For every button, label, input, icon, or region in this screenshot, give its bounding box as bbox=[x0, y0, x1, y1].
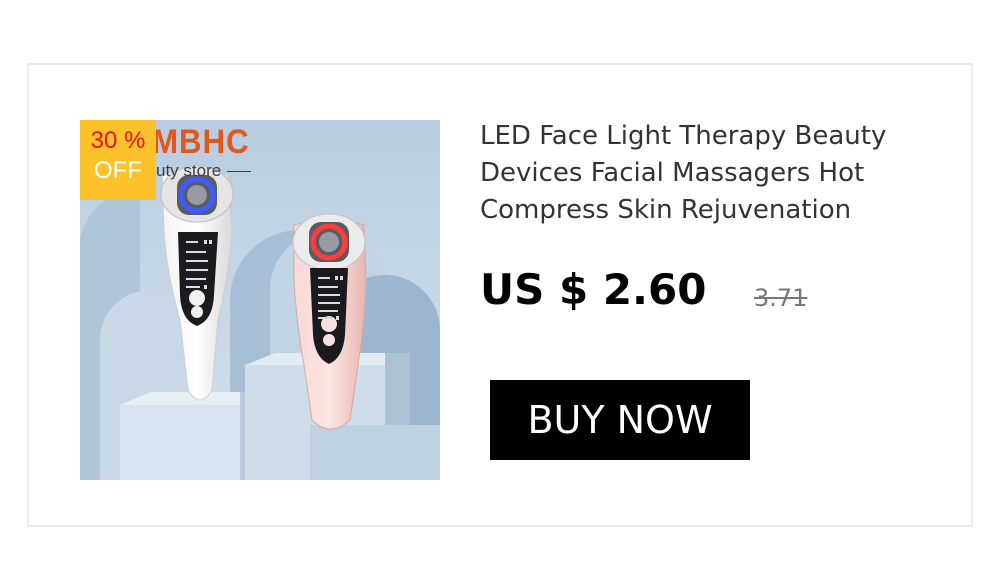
original-price: 3.71 bbox=[754, 284, 808, 312]
current-price: US $ 2.60 bbox=[480, 265, 707, 314]
discount-percent: 30 % bbox=[90, 127, 146, 154]
product-title[interactable]: LED Face Light Therapy Beauty Devices Fa… bbox=[480, 118, 920, 229]
discount-badge: 30 % OFF bbox=[80, 120, 156, 200]
store-tag: uty store bbox=[156, 160, 251, 182]
discount-off-label: OFF bbox=[94, 157, 142, 184]
buy-now-button[interactable]: BUY NOW bbox=[490, 380, 750, 460]
brand-logo: MBHC bbox=[152, 123, 250, 161]
